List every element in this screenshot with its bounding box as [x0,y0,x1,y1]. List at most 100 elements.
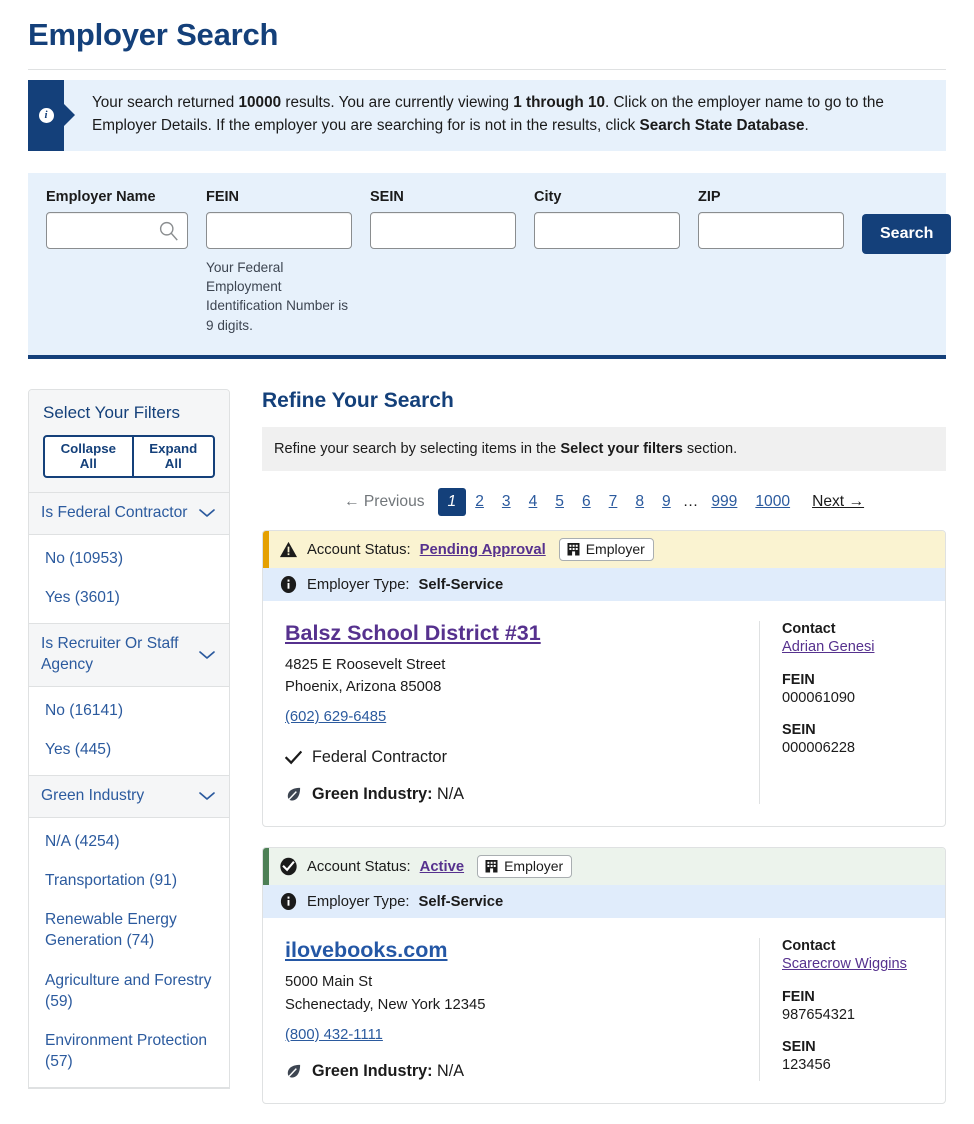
filter-group-green-industry: Green Industry N/A (4254) Transportation… [29,776,229,1088]
warning-icon [279,541,298,558]
result-detail-info: Contact Adrian Genesi FEIN 000061090 SEI… [759,621,927,805]
refine-search-title: Refine Your Search [262,389,454,413]
filter-group-recruiter-staff-agency: Is Recruiter Or Staff Agency No (16141) … [29,624,229,777]
alert-text-2: results. You are currently viewing [281,94,514,111]
sein-label: SEIN [370,188,404,205]
employer-name-input[interactable] [46,211,188,249]
filters-toggle-group: Collapse All Expand All [43,435,215,479]
result-card: Account Status: Active Employer Employer… [262,847,946,1104]
filter-option[interactable]: No (10953) [29,539,229,578]
refine-search-note: Refine your search by selecting items in… [262,427,946,472]
federal-contractor-row: Federal Contractor [285,748,739,767]
field-employer-name: Employer Name [46,189,188,249]
content-columns: Select Your Filters Collapse All Expand … [28,389,946,1124]
result-card: Account Status: Pending Approval Employe… [262,530,946,828]
filter-option[interactable]: Yes (3601) [29,578,229,617]
refine-note-text-2: section. [682,441,738,458]
filter-group-label: Is Federal Contractor [41,504,188,522]
account-status-value[interactable]: Pending Approval [420,542,546,558]
results-column: Refine Your Search Refine your search by… [262,389,946,1124]
filter-option[interactable]: Agriculture and Forestry (59) [29,961,229,1021]
pagination-page-9[interactable]: 9 [653,489,680,515]
pagination-page-5[interactable]: 5 [546,489,573,515]
check-icon [285,751,302,765]
pagination-previous[interactable]: ← Previous [344,493,425,511]
result-primary-info: ilovebooks.com 5000 Main St Schenectady,… [285,938,739,1080]
fein-input[interactable] [206,211,352,249]
result-card-body: ilovebooks.com 5000 Main St Schenectady,… [263,918,945,1102]
info-icon [280,576,297,594]
expand-all-button[interactable]: Expand All [132,435,215,479]
result-primary-info: Balsz School District #31 4825 E Rooseve… [285,621,739,804]
city-input[interactable] [534,211,680,249]
sein-input[interactable] [370,211,516,249]
employer-type-badge[interactable]: Employer [477,855,573,879]
alert-text: Your search returned 10000 results. You … [64,80,946,151]
pagination-page-3[interactable]: 3 [493,489,520,515]
info-icon [280,893,297,911]
employer-type-badge-label: Employer [504,858,564,875]
fein-detail-label: FEIN [782,672,815,689]
filter-group-header-green-industry[interactable]: Green Industry [29,776,229,819]
filter-options-green-industry: N/A (4254) Transportation (91) Renewable… [29,818,229,1086]
pagination-page-4[interactable]: 4 [520,489,547,515]
building-icon [567,543,580,556]
page-root: Employer Search i Your search returned 1… [0,17,974,1124]
contact-name-link[interactable]: Adrian Genesi [782,639,874,655]
filter-group-label: Is Recruiter Or Staff Agency [41,635,179,673]
fein-hint: Your Federal Employment Identification N… [206,259,349,333]
pagination-page-8[interactable]: 8 [626,489,653,515]
employer-address-line2: Schenectady, New York 12345 [285,996,486,1013]
filter-option[interactable]: N/A (4254) [29,822,229,861]
green-industry-label: Green Industry: [312,785,433,804]
fein-detail-value: 987654321 [782,1007,856,1024]
employer-phone-link[interactable]: (800) 432-1111 [285,1027,383,1043]
alert-count: 10000 [238,94,282,111]
filters-header: Select Your Filters Collapse All Expand … [29,390,229,494]
leaf-icon [286,1064,301,1079]
account-status-row: Account Status: Active Employer [263,848,945,886]
employer-phone-link[interactable]: (602) 629-6485 [285,709,386,725]
filter-group-header-recruiter-staff-agency[interactable]: Is Recruiter Or Staff Agency [29,624,229,687]
employer-type-row: Employer Type: Self-Service [263,568,945,602]
search-button[interactable]: Search [862,213,952,254]
refine-note-bold: Select your filters [560,441,683,458]
alert-cta[interactable]: Search State Database [640,117,805,134]
search-form: Employer Name FEIN Your Federal Employme… [28,172,952,360]
result-card-body: Balsz School District #31 4825 E Rooseve… [263,601,945,826]
fein-detail-label: FEIN [782,989,815,1006]
employer-name-link[interactable]: Balsz School District #31 [285,621,541,646]
title-divider [28,69,946,70]
pagination-page-1000[interactable]: 1000 [746,489,799,515]
pagination-page-2[interactable]: 2 [466,489,493,515]
pagination-next[interactable]: Next → [812,493,864,511]
pagination-page-1[interactable]: 1 [437,488,467,517]
employer-type-value: Self-Service [418,893,504,910]
filters-title: Select Your Filters [43,403,181,423]
alert-text-4: . [804,116,809,134]
alert-range: 1 through 10 [513,94,606,111]
green-industry-value: N/A [437,1061,465,1080]
collapse-all-button[interactable]: Collapse All [43,435,133,479]
info-alert: i Your search returned 10000 results. Yo… [28,80,946,151]
chevron-down-icon [199,509,215,518]
zip-input[interactable] [698,211,844,249]
employer-type-badge[interactable]: Employer [558,538,654,562]
filter-option[interactable]: Environment Protection (57) [29,1021,229,1081]
sein-detail-value: 000006228 [782,740,856,757]
pagination-page-999[interactable]: 999 [702,489,746,515]
contact-name-link[interactable]: Scarecrow Wiggins [782,956,907,972]
account-status-value[interactable]: Active [420,859,464,875]
result-detail-info: Contact Scarecrow Wiggins FEIN 987654321… [759,938,927,1081]
filter-option[interactable]: No (16141) [29,691,229,730]
sein-detail-label: SEIN [782,722,816,739]
filter-option[interactable]: Renewable Energy Generation (74) [29,900,229,960]
green-industry-row: Green Industry: N/A [285,785,739,804]
employer-name-input-wrap [46,211,188,249]
pagination-page-6[interactable]: 6 [573,489,600,515]
filter-group-header-federal-contractor[interactable]: Is Federal Contractor [29,493,229,536]
employer-name-link[interactable]: ilovebooks.com [285,938,448,963]
pagination-page-7[interactable]: 7 [600,489,627,515]
filter-option[interactable]: Transportation (91) [29,861,229,900]
filter-option[interactable]: Yes (445) [29,730,229,769]
